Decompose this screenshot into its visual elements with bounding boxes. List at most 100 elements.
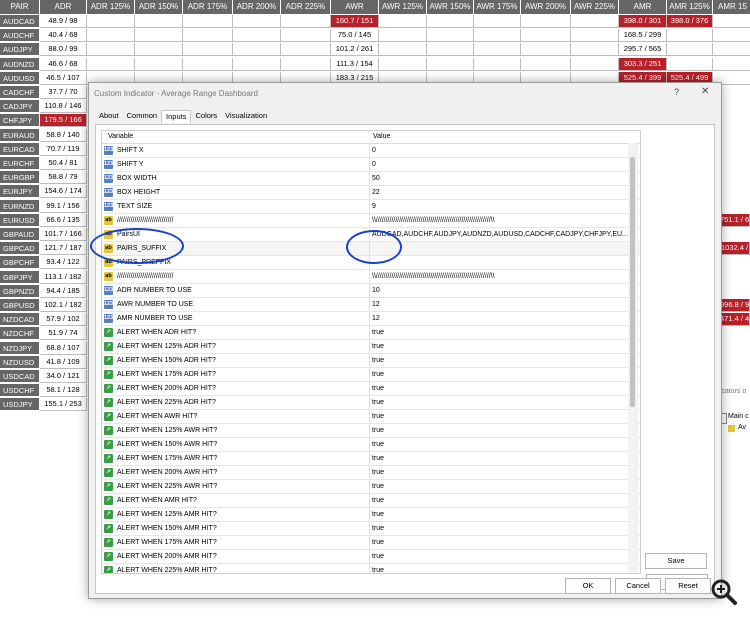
tab-common[interactable]: Common xyxy=(123,110,161,122)
boolean-type-icon: ↗ xyxy=(104,482,113,491)
table-row[interactable]: ab ///////////////////////////// \\///////… xyxy=(102,270,640,284)
value-field[interactable]: true xyxy=(372,382,634,395)
value-field[interactable]: true xyxy=(372,508,634,521)
dialog-titlebar[interactable]: Custom Indicator - Average Range Dashboa… xyxy=(89,83,721,105)
variable-name: ALERT WHEN 200% AMR HIT? xyxy=(117,553,217,560)
value-field[interactable]: true xyxy=(372,480,634,493)
value-field[interactable]: 10 xyxy=(372,284,634,297)
zoom-icon[interactable] xyxy=(709,577,739,607)
value-field[interactable]: 9 xyxy=(372,200,634,213)
tab-about[interactable]: About xyxy=(95,110,123,122)
value-field[interactable]: \\//////////////////////////////////////… xyxy=(372,214,634,227)
value-field[interactable]: 12 xyxy=(372,298,634,311)
table-row[interactable]: ↗ ALERT WHEN 200% ADR HIT? true xyxy=(102,382,640,396)
column-header-value[interactable]: Value xyxy=(373,131,390,143)
variable-name: ALERT WHEN 225% ADR HIT? xyxy=(117,399,216,406)
boolean-type-icon: ↗ xyxy=(104,398,113,407)
table-row[interactable]: ↗ ALERT WHEN 150% ADR HIT? true xyxy=(102,354,640,368)
variable-cell: ab ///////////////////////////// xyxy=(102,214,370,227)
table-row[interactable]: ↗ ALERT WHEN 225% ADR HIT? true xyxy=(102,396,640,410)
table-row[interactable]: 123 SHIFT X0 xyxy=(102,144,640,158)
value-field[interactable]: 22 xyxy=(372,186,634,199)
table-row[interactable]: ↗ ALERT WHEN ADR HIT? true xyxy=(102,326,640,340)
close-button[interactable]: ✕ xyxy=(701,86,709,97)
table-row[interactable]: ↗ ALERT WHEN 200% AWR HIT? true xyxy=(102,466,640,480)
value-field[interactable]: true xyxy=(372,452,634,465)
tab-inputs[interactable]: Inputs xyxy=(161,110,192,123)
variable-cell: ↗ ALERT WHEN 150% AWR HIT? xyxy=(102,438,370,451)
value-field[interactable]: true xyxy=(372,368,634,381)
pair-label: AUDCHF xyxy=(0,29,39,42)
value-field[interactable]: true xyxy=(372,550,634,563)
vertical-scrollbar[interactable] xyxy=(628,143,638,573)
table-row[interactable]: ↗ ALERT WHEN 175% AWR HIT? true xyxy=(102,452,640,466)
table-row[interactable]: ↗ ALERT WHEN 125% AMR HIT? true xyxy=(102,508,640,522)
table-row[interactable]: 123 AWR NUMBER TO USE 12 xyxy=(102,298,640,312)
table-row[interactable]: ↗ ALERT WHEN 150% AWR HIT? true xyxy=(102,438,640,452)
value-field[interactable]: \\//////////////////////////////////////… xyxy=(372,270,634,283)
table-row[interactable]: ↗ ALERT WHEN 125% ADR HIT? true xyxy=(102,340,640,354)
value-field[interactable]: true xyxy=(372,424,634,437)
value-field[interactable]: true xyxy=(372,354,634,367)
value-field[interactable]: true xyxy=(372,396,634,409)
adr-cell: 41.8 / 109 xyxy=(40,356,87,369)
value-field[interactable]: true xyxy=(372,522,634,535)
value-field[interactable]: true xyxy=(372,410,634,423)
empty-cell xyxy=(379,58,427,71)
table-row[interactable]: ab ///////////////////////////// \\///////… xyxy=(102,214,640,228)
amr-cell: 295.7 / 565 xyxy=(619,43,667,56)
value-field[interactable]: true xyxy=(372,494,634,507)
cancel-button[interactable]: Cancel xyxy=(615,578,661,594)
table-row[interactable]: 123 BOX WIDTH 50 xyxy=(102,172,640,186)
value-field[interactable]: true xyxy=(372,466,634,479)
table-row[interactable]: 123 AMR NUMBER TO USE 12 xyxy=(102,312,640,326)
value-field[interactable]: AUDCAD,AUDCHF,AUDJPY,AUDNZD,AUDUSD,CADCH… xyxy=(372,228,634,241)
value-field[interactable]: 50 xyxy=(372,172,634,185)
variable-name: ADR NUMBER TO USE xyxy=(117,287,192,294)
pair-label: CADJPY xyxy=(0,100,39,113)
empty-cell xyxy=(281,43,331,56)
number-type-icon: 123 xyxy=(104,188,114,197)
empty-cell xyxy=(233,29,281,42)
value-field[interactable]: 0 xyxy=(372,144,634,157)
column-header: PAIR xyxy=(0,0,40,14)
table-row[interactable]: 123 TEXT SIZE 9 xyxy=(102,200,640,214)
variable-name: ALERT WHEN 125% AWR HIT? xyxy=(117,427,218,434)
value-field[interactable]: true xyxy=(372,564,634,573)
tree-item-main[interactable]: Main c xyxy=(728,413,749,420)
table-row[interactable]: 123 BOX HEIGHT 22 xyxy=(102,186,640,200)
variable-cell: 123 SHIFT Y xyxy=(102,158,370,171)
table-row[interactable]: ↗ ALERT WHEN AMR HIT? true xyxy=(102,494,640,508)
table-row[interactable]: ↗ ALERT WHEN 200% AMR HIT? true xyxy=(102,550,640,564)
value-field[interactable]: 12 xyxy=(372,312,634,325)
table-row[interactable]: ↗ ALERT WHEN 175% ADR HIT? true xyxy=(102,368,640,382)
table-row[interactable]: ↗ ALERT WHEN 125% AWR HIT? true xyxy=(102,424,640,438)
scrollbar-thumb[interactable] xyxy=(630,157,635,407)
number-type-icon: 123 xyxy=(104,174,114,183)
value-field[interactable]: true xyxy=(372,536,634,549)
value-field[interactable]: true xyxy=(372,340,634,353)
tab-visualization[interactable]: Visualization xyxy=(221,110,271,122)
table-row[interactable]: ↗ ALERT WHEN 175% AMR HIT? true xyxy=(102,536,640,550)
table-row[interactable]: ↗ ALERT WHEN AWR HIT? true xyxy=(102,410,640,424)
tab-colors[interactable]: Colors xyxy=(191,110,221,122)
reset-button[interactable]: Reset xyxy=(665,578,711,594)
column-header: AWR 175% xyxy=(474,0,521,14)
save-button[interactable]: Save xyxy=(645,553,707,569)
table-row[interactable]: 123 ADR NUMBER TO USE 10 xyxy=(102,284,640,298)
value-field[interactable]: true xyxy=(372,438,634,451)
pair-label: NZDCHF xyxy=(0,327,39,340)
table-row[interactable]: 123 SHIFT Y0 xyxy=(102,158,640,172)
variable-cell: ↗ ALERT WHEN 125% AWR HIT? xyxy=(102,424,370,437)
value-field[interactable]: true xyxy=(372,326,634,339)
table-row[interactable]: ↗ ALERT WHEN 225% AWR HIT? true xyxy=(102,480,640,494)
column-header-variable[interactable]: Variable xyxy=(108,131,133,143)
table-row[interactable]: ↗ ALERT WHEN 225% AMR HIT? true xyxy=(102,564,640,573)
tree-item-indicator[interactable]: Av xyxy=(738,424,746,431)
help-button[interactable]: ? xyxy=(674,87,679,97)
ok-button[interactable]: OK xyxy=(565,578,611,594)
table-row[interactable]: ↗ ALERT WHEN 150% AMR HIT? true xyxy=(102,522,640,536)
variable-cell: ↗ ALERT WHEN 225% ADR HIT? xyxy=(102,396,370,409)
value-field[interactable]: 0 xyxy=(372,158,634,171)
empty-cell xyxy=(281,29,331,42)
